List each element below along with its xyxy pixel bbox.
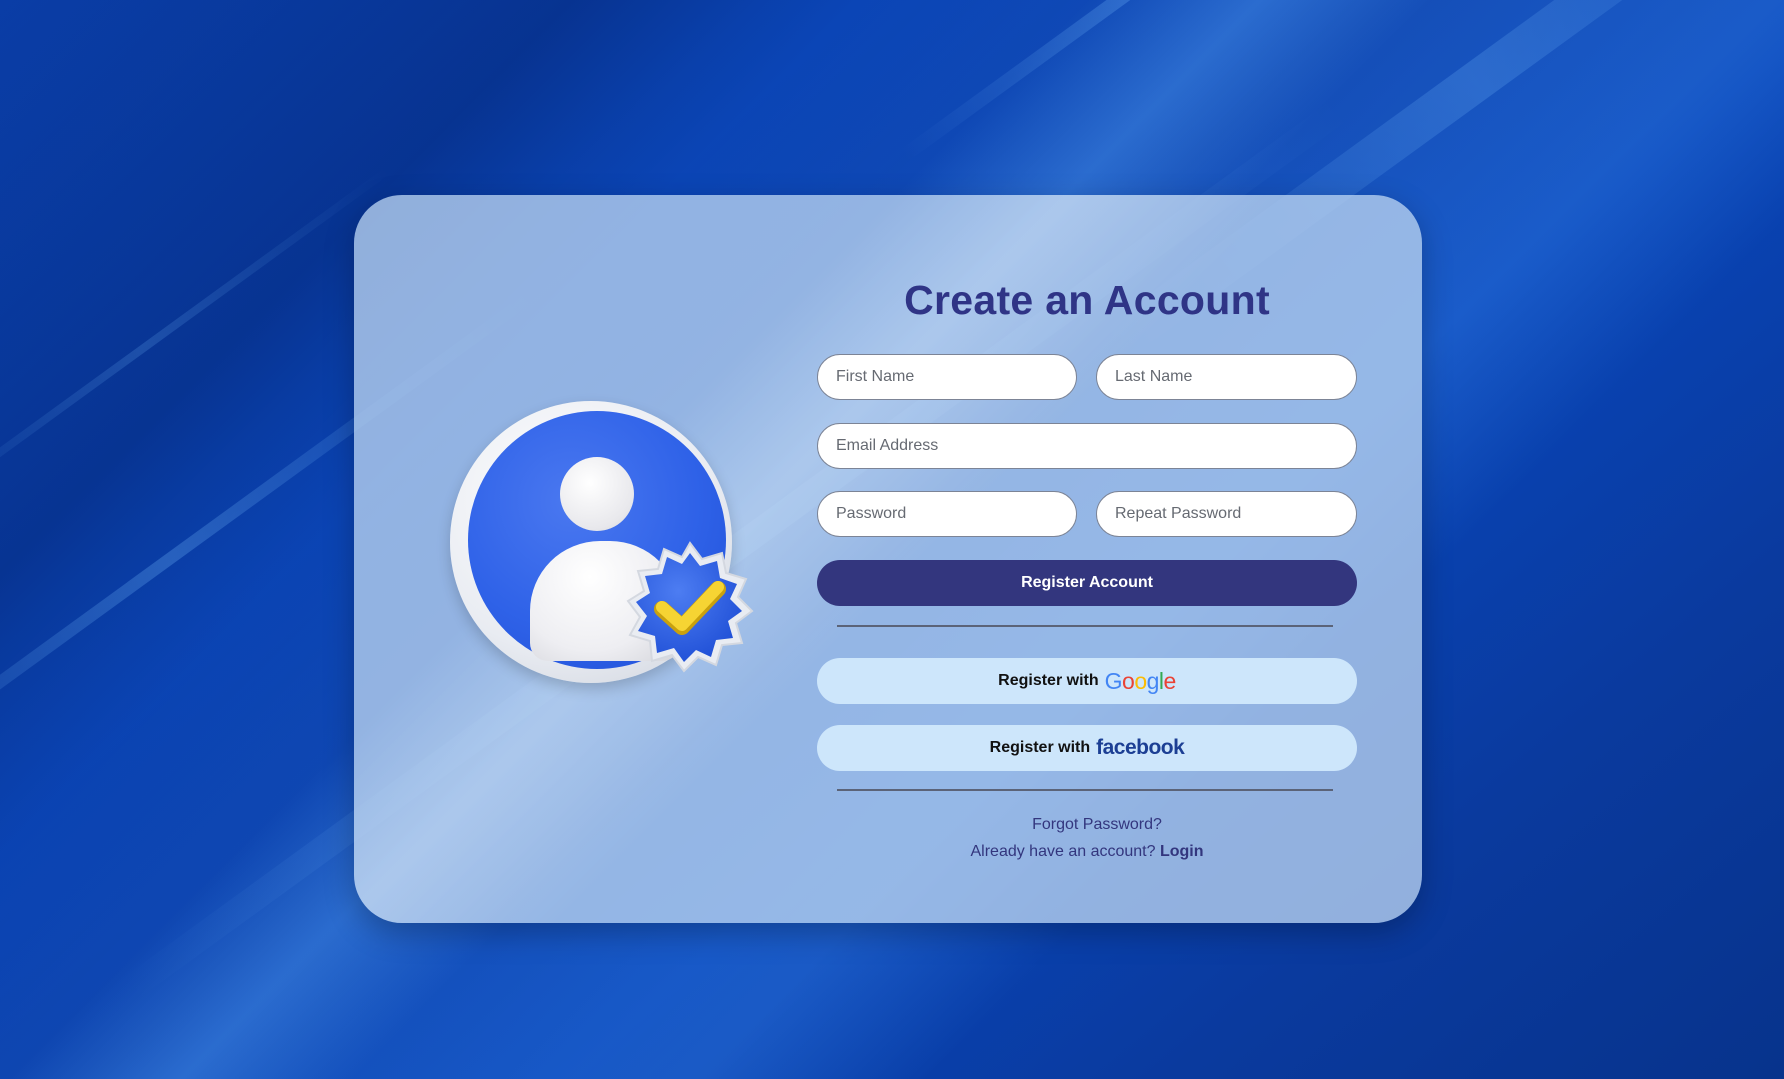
login-link[interactable]: Login bbox=[1160, 843, 1204, 860]
facebook-logo-icon: facebook bbox=[1096, 736, 1185, 759]
register-google-label: Register with bbox=[998, 672, 1099, 689]
have-account-text: Already have an account? bbox=[970, 843, 1156, 860]
register-account-button[interactable]: Register Account bbox=[817, 560, 1357, 606]
first-name-input[interactable] bbox=[817, 354, 1077, 400]
register-facebook-label: Register with bbox=[989, 739, 1091, 756]
email-input[interactable] bbox=[817, 423, 1357, 469]
divider bbox=[837, 625, 1333, 627]
forgot-password-link[interactable]: Forgot Password? bbox=[1032, 816, 1162, 833]
register-card: Create an Account Register Account Regis… bbox=[354, 195, 1422, 923]
divider bbox=[837, 789, 1333, 791]
checkmark-badge-icon bbox=[626, 541, 754, 673]
page-title: Create an Account bbox=[904, 277, 1270, 323]
login-row: Already have an account? Login bbox=[817, 843, 1357, 861]
forgot-password-row: Forgot Password? bbox=[817, 816, 1357, 834]
repeat-password-input[interactable] bbox=[1096, 491, 1357, 537]
google-logo-icon: Google bbox=[1104, 667, 1177, 694]
user-head-icon bbox=[560, 457, 634, 531]
verified-user-illustration bbox=[450, 401, 760, 691]
password-input[interactable] bbox=[817, 491, 1077, 537]
register-google-button[interactable]: Register with Google bbox=[817, 658, 1357, 704]
last-name-input[interactable] bbox=[1096, 354, 1357, 400]
register-facebook-button[interactable]: Register with facebook bbox=[817, 725, 1357, 771]
register-form: Create an Account Register Account Regis… bbox=[817, 195, 1357, 923]
